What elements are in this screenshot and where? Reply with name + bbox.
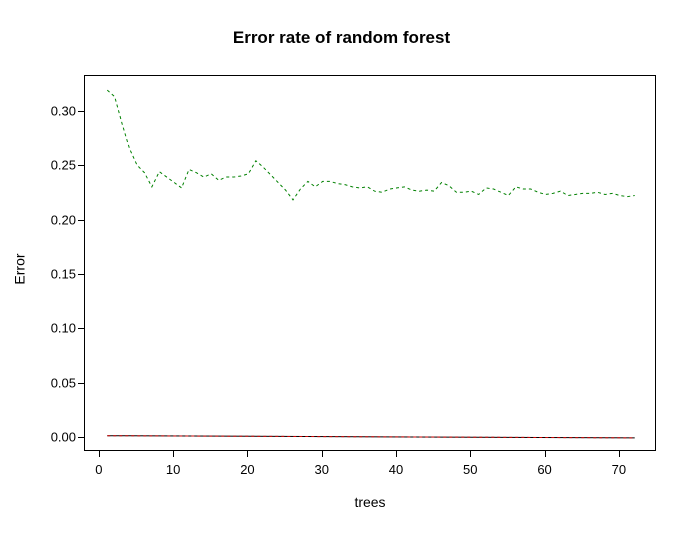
x-tick-label: 40 xyxy=(389,462,403,477)
x-tick-mark xyxy=(619,451,620,457)
y-tick-mark xyxy=(78,328,84,329)
x-tick-mark xyxy=(247,451,248,457)
x-tick-mark xyxy=(99,451,100,457)
y-axis-label-wrap: Error xyxy=(8,0,32,538)
x-axis-label: trees xyxy=(84,494,656,510)
y-tick-label: 0.05 xyxy=(36,375,76,390)
y-tick-label: 0.10 xyxy=(36,321,76,336)
y-tick-mark xyxy=(78,437,84,438)
chart-stage: Error rate of random forest Error trees … xyxy=(0,0,683,538)
y-axis-label: Error xyxy=(12,253,28,284)
x-tick-label: 0 xyxy=(95,462,102,477)
x-tick-mark xyxy=(173,451,174,457)
y-tick-label: 0.20 xyxy=(36,212,76,227)
y-tick-mark xyxy=(78,165,84,166)
series-svg xyxy=(85,76,655,450)
x-tick-mark xyxy=(322,451,323,457)
y-tick-label: 0.00 xyxy=(36,429,76,444)
y-tick-mark xyxy=(78,220,84,221)
x-tick-label: 50 xyxy=(463,462,477,477)
plot-area xyxy=(84,75,656,451)
x-tick-mark xyxy=(470,451,471,457)
x-tick-label: 60 xyxy=(537,462,551,477)
y-tick-mark xyxy=(78,274,84,275)
y-tick-label: 0.15 xyxy=(36,266,76,281)
y-tick-mark xyxy=(78,111,84,112)
y-tick-mark xyxy=(78,383,84,384)
x-tick-label: 70 xyxy=(612,462,626,477)
x-tick-label: 10 xyxy=(166,462,180,477)
x-tick-mark xyxy=(545,451,546,457)
y-tick-label: 0.25 xyxy=(36,158,76,173)
series-class-error-green xyxy=(107,90,634,200)
x-tick-label: 30 xyxy=(314,462,328,477)
x-tick-label: 20 xyxy=(240,462,254,477)
x-tick-mark xyxy=(396,451,397,457)
chart-title: Error rate of random forest xyxy=(0,28,683,48)
y-tick-label: 0.30 xyxy=(36,103,76,118)
